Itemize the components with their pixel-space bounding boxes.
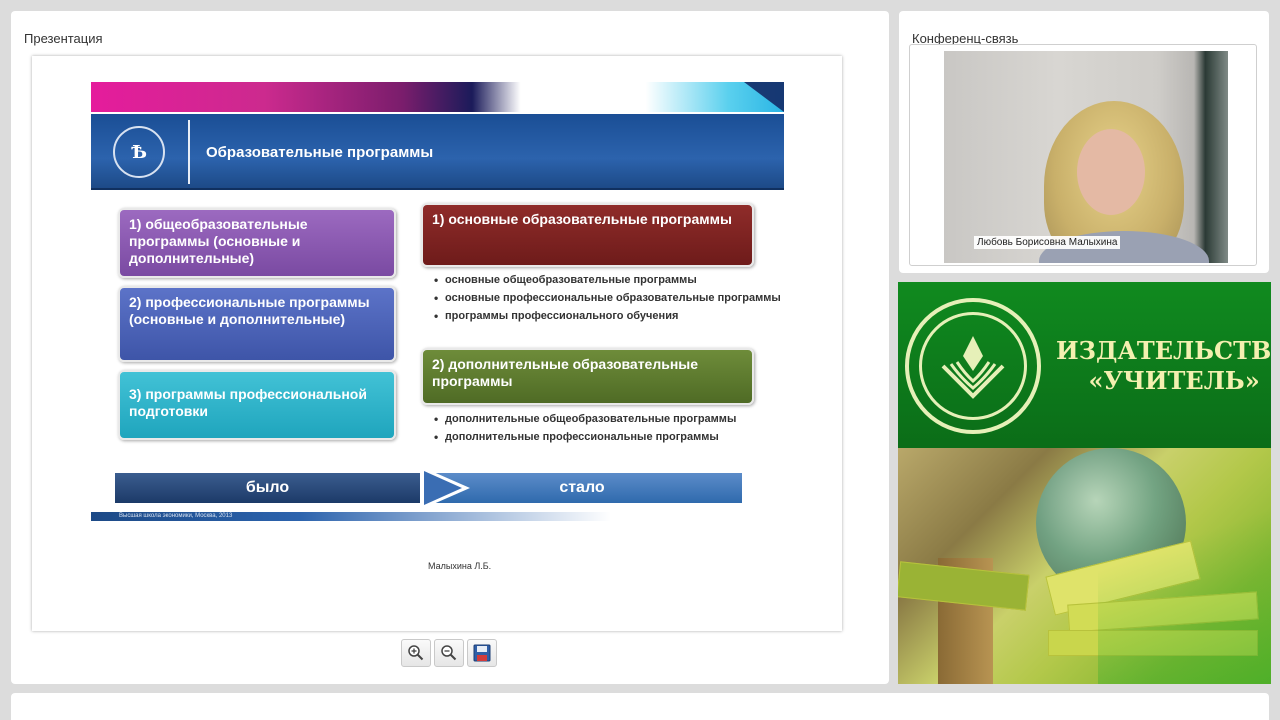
zoom-in-icon — [408, 645, 424, 661]
presentation-panel: Презентация Ѣ Образовательные программы … — [11, 11, 889, 684]
slide-header: Ѣ Образовательные программы — [91, 114, 784, 190]
publisher-name: ИЗДАТЕЛЬСТВО «УЧИТЕЛЬ» — [1056, 336, 1271, 396]
left-box-general: 1) общеобразовательные программы (основн… — [118, 208, 396, 278]
zoom-out-icon — [441, 645, 457, 661]
bullet-list-main: основные общеобразовательные программы о… — [434, 274, 781, 328]
zoom-in-button[interactable] — [401, 639, 431, 667]
list-item: основные общеобразовательные программы — [434, 274, 781, 287]
list-item: основные профессиональные образовательны… — [434, 292, 781, 305]
list-item: дополнительные общеобразовательные прогр… — [434, 413, 736, 426]
right-box-additional: 2) дополнительные образовательные програ… — [421, 348, 754, 405]
zoom-out-button[interactable] — [434, 639, 464, 667]
decorative-swoosh — [1098, 448, 1271, 684]
hse-logo-icon: Ѣ — [113, 126, 165, 178]
now-bar: стало — [422, 473, 742, 503]
slide-footer-text: Высшая школа экономики, Москва, 2013 — [119, 513, 233, 519]
banner-photo — [898, 448, 1271, 684]
header-divider — [188, 120, 190, 184]
arrow-inner-shape — [424, 471, 462, 505]
publisher-name-line1: ИЗДАТЕЛЬСТВО — [1056, 336, 1271, 365]
speaker-face — [1077, 129, 1145, 215]
bottom-panel — [11, 693, 1269, 720]
right-box-main: 1) основные образовательные программы — [421, 203, 754, 267]
slide-author: Малыхина Л.Б. — [428, 561, 492, 571]
presentation-panel-title: Презентация — [24, 31, 103, 46]
video-frame: Любовь Борисовна Малыхина — [909, 44, 1257, 266]
was-bar: было — [115, 473, 420, 503]
left-box-professional: 2) профессиональные программы (основные … — [118, 286, 396, 362]
participant-name-label: Любовь Борисовна Малыхина — [974, 236, 1121, 249]
slide-toolbar — [401, 639, 497, 667]
conference-panel: Конференц-связь Любовь Борисовна Малыхин… — [899, 11, 1269, 273]
save-button[interactable] — [467, 639, 497, 667]
logo-inner-ring — [919, 312, 1027, 420]
publisher-banner[interactable]: ИЗДАТЕЛЬСТВО «УЧИТЕЛЬ» — [898, 282, 1271, 684]
slide-decorative-bar — [91, 82, 784, 112]
publisher-logo-icon — [905, 298, 1041, 434]
open-book-icon — [941, 336, 1005, 399]
list-item: программы профессионального обучения — [434, 310, 781, 323]
slide-canvas: Ѣ Образовательные программы 1) общеобраз… — [32, 56, 842, 631]
banner-header: ИЗДАТЕЛЬСТВО «УЧИТЕЛЬ» — [898, 282, 1271, 448]
bullet-list-additional: дополнительные общеобразовательные прогр… — [434, 413, 736, 449]
slide-title: Образовательные программы — [206, 144, 434, 161]
left-box-training: 3) программы профессиональной подготовки — [118, 370, 396, 440]
floppy-disk-icon — [473, 644, 491, 662]
book-image — [898, 561, 1030, 611]
publisher-name-line2: «УЧИТЕЛЬ» — [1088, 366, 1260, 395]
webcam-video[interactable] — [944, 51, 1228, 263]
list-item: дополнительные профессиональные программ… — [434, 431, 736, 444]
